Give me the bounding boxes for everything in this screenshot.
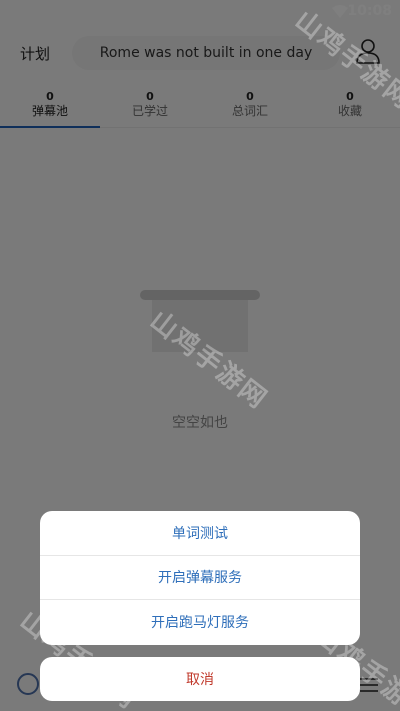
- marquee-service-button[interactable]: 开启跑马灯服务: [40, 600, 360, 645]
- cancel-button[interactable]: 取消: [40, 657, 360, 701]
- danmaku-service-button[interactable]: 开启弹幕服务: [40, 556, 360, 601]
- word-test-button[interactable]: 单词测试: [40, 511, 360, 556]
- action-sheet: 单词测试 开启弹幕服务 开启跑马灯服务: [40, 511, 360, 645]
